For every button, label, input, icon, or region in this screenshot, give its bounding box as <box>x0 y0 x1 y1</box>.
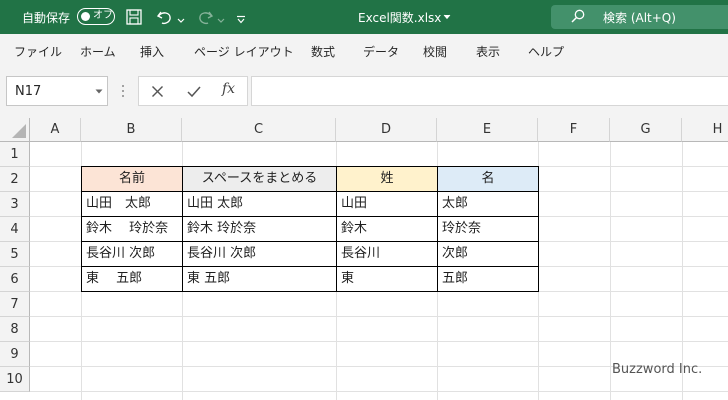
name-box[interactable]: N17 <box>6 76 108 106</box>
column-header-e[interactable]: E <box>437 118 538 142</box>
table-cell[interactable]: 長谷川 次郎 <box>82 242 182 267</box>
tab-help[interactable]: ヘルプ <box>528 43 564 60</box>
row-header[interactable]: 9 <box>0 342 30 367</box>
table-cell[interactable]: 玲於奈 <box>438 217 538 242</box>
table-cell[interactable]: 長谷川 次郎 <box>183 242 336 267</box>
name-box-value: N17 <box>15 84 42 99</box>
table-header-trim[interactable]: スペースをまとめる <box>183 167 336 192</box>
select-all-icon <box>12 124 26 138</box>
tab-formulas[interactable]: 数式 <box>311 43 335 60</box>
column-header-c[interactable]: C <box>182 118 336 142</box>
gridline <box>30 316 728 317</box>
file-name[interactable]: Excel関数.xlsx <box>358 9 441 26</box>
row-header[interactable]: 2 <box>0 167 30 192</box>
chevron-down-icon[interactable] <box>95 89 103 94</box>
title-bar: 自動保存 オフ Excel関数.xlsx 検索 (Alt+Q) <box>0 0 728 34</box>
tab-home[interactable]: ホーム <box>80 43 116 60</box>
table-cell[interactable]: 山田 太郎 <box>82 192 182 217</box>
check-icon[interactable] <box>187 85 201 98</box>
column-header-h[interactable]: H <box>682 118 728 142</box>
autosave-toggle[interactable]: オフ <box>77 8 115 25</box>
table-header-given-name[interactable]: 名 <box>438 167 538 192</box>
customize-toolbar-icon[interactable] <box>236 11 246 29</box>
table-header-name[interactable]: 名前 <box>82 167 182 192</box>
toggle-knob <box>81 11 90 21</box>
tab-page-layout[interactable]: ページ レイアウト <box>194 43 294 60</box>
gridline <box>30 391 728 392</box>
autosave-label: 自動保存 <box>22 11 71 25</box>
tab-file[interactable]: ファイル <box>14 43 62 60</box>
chevron-down-icon[interactable] <box>443 14 451 20</box>
formula-buttons: fx <box>138 76 248 106</box>
tab-insert[interactable]: 挿入 <box>140 43 164 60</box>
tab-view[interactable]: 表示 <box>476 43 500 60</box>
column-header-d[interactable]: D <box>336 118 437 142</box>
table-header-surname[interactable]: 姓 <box>337 167 437 192</box>
row-header[interactable]: 3 <box>0 192 30 217</box>
tab-review[interactable]: 校閲 <box>423 43 447 60</box>
row-header[interactable]: 8 <box>0 317 30 342</box>
column-header-b[interactable]: B <box>81 118 182 142</box>
row-header[interactable]: 5 <box>0 242 30 267</box>
column-header-g[interactable]: G <box>610 118 682 142</box>
table-cell[interactable]: 鈴木 玲於奈 <box>183 217 336 242</box>
redo-dropdown-icon[interactable] <box>217 12 225 30</box>
column-header-f[interactable]: F <box>538 118 610 142</box>
search-box[interactable]: 検索 (Alt+Q) <box>551 5 728 29</box>
table-cell[interactable]: 長谷川 <box>337 242 437 267</box>
search-icon <box>571 9 585 23</box>
undo-icon[interactable] <box>156 8 174 26</box>
watermark: Buzzword Inc. <box>612 362 703 377</box>
save-icon[interactable] <box>126 8 142 26</box>
select-all-button[interactable] <box>0 118 30 142</box>
gridline <box>538 142 539 400</box>
table-cell[interactable]: 東 五郎 <box>183 267 336 292</box>
formula-bar: N17 fx <box>0 66 728 118</box>
row-header[interactable]: 7 <box>0 292 30 317</box>
ribbon-tabs: ファイル ホーム 挿入 ページ レイアウト 数式 データ 校閲 表示 ヘルプ <box>0 34 728 66</box>
table-cell[interactable]: 五郎 <box>438 267 538 292</box>
row-header[interactable]: 1 <box>0 142 30 167</box>
autosave-state: オフ <box>93 10 113 21</box>
more-options-icon[interactable] <box>121 84 125 98</box>
row-header[interactable]: 10 <box>0 367 30 392</box>
gridline <box>610 142 611 400</box>
table-cell[interactable]: 東 <box>337 267 437 292</box>
table-cell[interactable]: 太郎 <box>438 192 538 217</box>
table-cell[interactable]: 鈴木 玲於奈 <box>82 217 182 242</box>
row-header[interactable]: 4 <box>0 217 30 242</box>
row-header[interactable]: 6 <box>0 267 30 292</box>
cancel-icon[interactable] <box>151 85 164 98</box>
table-cell[interactable]: 山田 <box>337 192 437 217</box>
redo-icon[interactable] <box>196 8 214 26</box>
insert-function-icon[interactable]: fx <box>222 81 235 97</box>
gridline <box>30 341 728 342</box>
formula-input[interactable] <box>251 76 728 106</box>
search-label: 検索 (Alt+Q) <box>603 11 676 25</box>
column-header-a[interactable]: A <box>30 118 81 142</box>
tab-data[interactable]: データ <box>363 43 399 60</box>
table-cell[interactable]: 東 五郎 <box>82 267 182 292</box>
table-cell[interactable]: 山田 太郎 <box>183 192 336 217</box>
table-cell[interactable]: 次郎 <box>438 242 538 267</box>
undo-dropdown-icon[interactable] <box>177 12 185 30</box>
table-cell[interactable]: 鈴木 <box>337 217 437 242</box>
